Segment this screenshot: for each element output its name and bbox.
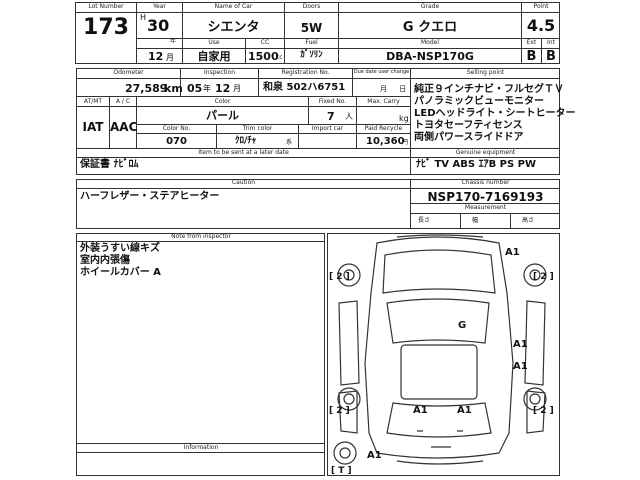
int-caption: Int: [547, 39, 555, 46]
recycle-unit: 円: [402, 139, 409, 146]
information-caption: Information: [183, 444, 219, 451]
inspection-year-unit: 年: [203, 84, 211, 93]
caution-text: ハーフレザー・ステアヒーター: [80, 191, 220, 202]
year-unit: 年: [170, 38, 177, 45]
odometer-value: 27,589: [125, 82, 168, 95]
color-no-value: 070: [166, 136, 187, 147]
max-carry-unit: kg: [399, 114, 409, 123]
selling-line-3: LEDヘッドライト・シートヒーター: [414, 108, 576, 119]
trim-unit: 系: [286, 139, 293, 146]
measurement-caption: Measurement: [464, 204, 507, 211]
damage-mark: A1: [457, 405, 472, 416]
registration-value: 和泉 502ハ6751: [263, 82, 346, 93]
inspector-caption: Note from inspector: [171, 233, 231, 240]
inspector-line-2: 室内内張傷: [80, 255, 130, 266]
import-caption: Import car: [311, 125, 344, 132]
grade-caption: Grade: [420, 3, 440, 10]
damage-mark: G: [458, 320, 466, 331]
recycle-caption: Paid Recycle: [364, 125, 403, 132]
year-prefix: H: [140, 13, 147, 22]
sent-caption: Item to be sent at a later date: [198, 149, 289, 156]
equipment-caption: Genuine equipment: [455, 149, 516, 156]
point-caption: Point: [533, 3, 549, 10]
damage-mark: A1: [513, 361, 528, 372]
model-caption: Model: [420, 39, 439, 46]
ac-value: AAC: [110, 120, 138, 134]
odometer-caption: Odometer: [113, 69, 144, 76]
fuel-value: ｶﾞｿﾘﾝ: [300, 50, 323, 60]
chassis-value: NSP170-7169193: [427, 190, 544, 204]
inspection-caption: Inspection: [204, 69, 235, 76]
name-caption: Name of Car: [214, 3, 253, 10]
atmt-value: IAT: [82, 120, 104, 134]
car-name: シエンタ: [207, 20, 260, 35]
lot-number-caption: Lot Number: [88, 3, 124, 10]
selling-line-1: 純正９インチナビ・フルセグＴＶ: [414, 84, 564, 95]
int-value: B: [546, 49, 556, 64]
cc-unit: cc: [276, 54, 283, 61]
selling-line-2: パノラミックビューモニター: [414, 96, 544, 107]
fixed-unit: 人: [345, 112, 353, 121]
selling-line-5: 両側パワースライドドア: [414, 132, 524, 143]
ext-value: B: [526, 49, 537, 64]
recycle-value: 10,360: [366, 136, 405, 147]
use-value: 自家用: [197, 50, 231, 63]
damage-mark: A1: [367, 450, 382, 461]
damage-mark: A1: [505, 247, 520, 258]
inspection-month-unit: 月: [233, 84, 241, 93]
inspector-line-1: 外装うすい線キズ: [80, 243, 160, 254]
atmt-caption: AT/MT: [83, 98, 103, 105]
doors-caption: Doors: [302, 3, 321, 10]
trim-caption: Trim color: [242, 125, 273, 132]
caution-caption: Caution: [231, 179, 256, 186]
length-label: 長さ: [418, 217, 431, 224]
bracket-label: [ 2 ]: [329, 272, 350, 282]
max-carry-caption: Max. Carry: [367, 98, 400, 105]
year-caption: Year: [153, 3, 166, 10]
month-value: 12: [148, 50, 164, 63]
color-no-caption: Color No.: [162, 125, 191, 132]
doors-value: 5W: [300, 21, 323, 35]
equipment-value: ﾅﾋﾞ TV ABS ｴｱB PS PW: [416, 159, 537, 170]
color-value: パール: [206, 109, 239, 122]
selling-line-4: トヨタセーフティセンス: [414, 120, 523, 131]
cc-caption: CC: [260, 39, 270, 46]
point-value: 4.5: [526, 16, 556, 35]
bracket-label: [ 2 ]: [533, 272, 554, 282]
inspector-line-3: ホイールカバー A: [80, 267, 161, 278]
fixed-value: 7: [327, 110, 335, 123]
registration-caption: Registration No.: [281, 69, 330, 76]
fuel-caption: Fuel: [305, 39, 318, 46]
use-caption: Use: [208, 39, 220, 46]
chassis-caption: Chassis number: [461, 179, 510, 186]
year-value: 30: [147, 16, 170, 35]
fixed-caption: Fixed No.: [318, 98, 347, 105]
inspection-month: 12: [215, 82, 231, 95]
bracket-label: [ 2 ]: [533, 406, 554, 416]
ext-caption: Ext: [526, 39, 537, 46]
due-date-caption: Due date user change: [353, 69, 410, 75]
damage-mark: A1: [413, 405, 428, 416]
lot-number: 173: [83, 15, 129, 40]
inspection-year: 05: [187, 82, 203, 95]
trim-value: ｸﾛ/ﾁｬ: [235, 136, 257, 146]
month-unit: 月: [166, 53, 174, 62]
selling-caption: Selling point: [466, 69, 505, 76]
bracket-label: [ T ]: [331, 466, 352, 476]
damage-mark: A1: [513, 339, 528, 350]
odometer-unit: km: [164, 82, 183, 95]
ac-caption: A / C: [115, 98, 131, 105]
height-label: 高さ: [522, 217, 535, 224]
due-date-unit: 月 日: [380, 85, 407, 93]
sent-value: 保証書 ﾅﾋﾞﾛﾑ: [80, 159, 139, 170]
width-label: 幅: [472, 217, 479, 224]
cc-value: 1500: [248, 50, 279, 63]
grade-value: G クエロ: [402, 20, 458, 35]
model-value: DBA-NSP170G: [386, 50, 474, 63]
color-caption: Color: [214, 98, 231, 105]
car-diagram: A1 G A1 A1 A1 A1 A1 [ 2 ] [ 2 ] [ 2 ] [ …: [329, 234, 554, 476]
bracket-label: [ 2 ]: [329, 406, 350, 416]
